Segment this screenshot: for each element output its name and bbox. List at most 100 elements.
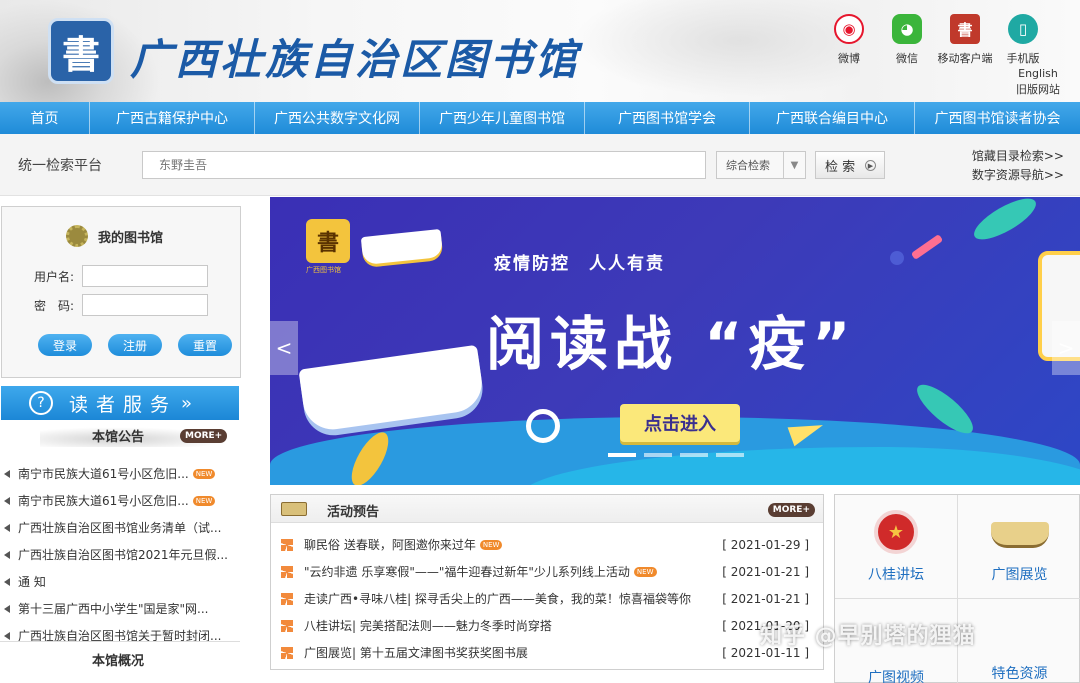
- banner-logo-caption: 广西图书馆: [306, 266, 341, 274]
- my-library-title: 我的图书馆: [66, 225, 163, 247]
- library-logo[interactable]: 書: [48, 18, 114, 84]
- services-grid: ★ 八桂讲坛 广图展览 广图视频 特色资源: [834, 494, 1080, 683]
- activities-panel: 活动预告 MORE+ 聊民俗 送春联，阿图邀你来过年 NEW[ 2021-01-2…: [270, 494, 824, 670]
- activity-item[interactable]: 走读广西•寻味八桂| 探寻舌尖上的广西——美食，我的菜！惊喜福袋等你 [ 2021…: [281, 585, 817, 612]
- bullet-triangle-icon: [4, 496, 10, 505]
- notice-item[interactable]: 广西壮族自治区图书馆2021年元旦假...: [4, 541, 240, 568]
- open-book-illustration: [360, 228, 444, 266]
- banner-enter-button[interactable]: 点击进入: [620, 404, 740, 442]
- activity-item[interactable]: 聊民俗 送春联，阿图邀你来过年 NEW [ 2021-01-29 ]: [281, 531, 817, 558]
- service-label: 八桂讲坛: [868, 567, 924, 583]
- notice-item[interactable]: 南宁市民族大道61号小区危旧... NEW: [4, 487, 240, 514]
- activity-item[interactable]: 广图展览| 第十五届文津图书奖获奖图书展[ 2021-01-11 ]: [281, 639, 817, 666]
- carousel-dot[interactable]: [680, 453, 708, 457]
- search-input[interactable]: [142, 151, 706, 179]
- login-button[interactable]: 登录: [38, 334, 92, 356]
- notices-list: 南宁市民族大道61号小区危旧... NEW 南宁市民族大道61号小区危旧... NEW…: [4, 460, 240, 649]
- carousel-next-button[interactable]: >: [1052, 321, 1080, 375]
- nav-item-digital-culture[interactable]: 广西公共数字文化网: [255, 102, 420, 134]
- wechat-label: 微信: [896, 52, 918, 65]
- mobile-version-link[interactable]: ▯ 手机版: [994, 14, 1052, 66]
- bullet-square-icon: [281, 538, 293, 551]
- username-field[interactable]: [82, 265, 209, 287]
- planet-decoration: [890, 251, 904, 265]
- carousel-indicators: [608, 453, 752, 457]
- wechat-link[interactable]: ◕ 微信: [878, 14, 936, 66]
- search-type-select[interactable]: 综合检索 ▼: [716, 151, 806, 179]
- reset-button[interactable]: 重置: [178, 334, 232, 356]
- catalog-search-link[interactable]: 馆藏目录检索>>: [972, 147, 1064, 166]
- bullet-square-icon: [281, 646, 293, 659]
- mobile-client-link[interactable]: 書 移动客户端: [936, 14, 994, 66]
- bullet-triangle-icon: [4, 523, 10, 532]
- open-book-icon: [990, 522, 1049, 548]
- site-title[interactable]: 广西壮族自治区图书馆: [130, 26, 580, 87]
- bullet-square-icon: [281, 592, 293, 605]
- bullet-triangle-icon: [4, 577, 10, 586]
- arrow-right-icon: ▶: [865, 160, 876, 171]
- double-chevron-right-icon: »: [181, 392, 193, 414]
- activity-item[interactable]: 八桂讲坛| 完美搭配法则——魅力冬季时尚穿搭[ 2021-01-20 ]: [281, 612, 817, 639]
- activities-list: 聊民俗 送春联，阿图邀你来过年 NEW[ 2021-01-29 ] "云约非遗 乐享…: [281, 531, 817, 666]
- new-badge: NEW: [479, 539, 503, 550]
- service-label: 特色资源: [991, 666, 1048, 682]
- carousel-prev-button[interactable]: <: [270, 321, 298, 375]
- activity-item[interactable]: "云约非遗 乐享寒假"——"福牛迎春过新年"少儿系列线上活动 NEW [ 2021-…: [281, 558, 817, 585]
- mobile-version-label: 手机版: [1006, 52, 1040, 65]
- notice-text: 南宁市民族大道61号小区危旧...: [18, 494, 189, 508]
- notice-item[interactable]: 南宁市民族大道61号小区危旧... NEW: [4, 460, 240, 487]
- activities-title: 活动预告: [327, 505, 380, 520]
- carousel-dot[interactable]: [608, 453, 636, 457]
- hero-banner[interactable]: 書 广西图书馆 疫情防控 人人有责 阅读战 “疫” 点击进入 < >: [270, 197, 1080, 485]
- nav-item-home[interactable]: 首页: [0, 102, 90, 134]
- english-link[interactable]: English: [1016, 66, 1060, 82]
- notice-item[interactable]: 广西壮族自治区图书馆关于暂时封闭...: [4, 622, 240, 649]
- my-library-title-text: 我的图书馆: [98, 230, 164, 246]
- divider: [0, 641, 240, 642]
- activities-more-button[interactable]: MORE+: [767, 503, 815, 517]
- activity-date: [ 2021-01-21 ]: [722, 564, 809, 579]
- activity-date: [ 2021-01-21 ]: [722, 591, 809, 606]
- service-lecture[interactable]: ★ 八桂讲坛: [835, 495, 958, 599]
- book-icon: [281, 502, 307, 516]
- carousel-dot[interactable]: [644, 453, 672, 457]
- new-badge: NEW: [633, 566, 657, 577]
- service-exhibition[interactable]: 广图展览: [958, 495, 1080, 599]
- header-icon-links: ◉ 微博 ◕ 微信 書 移动客户端 ▯ 手机版: [820, 14, 1052, 66]
- mobile-client-icon: 書: [950, 14, 980, 44]
- my-library-panel: 我的图书馆 用户名: 密 码: 登录 注册 重置: [1, 206, 241, 378]
- search-button-label: 检 索: [825, 159, 856, 175]
- bullet-triangle-icon: [4, 604, 10, 613]
- bullet-square-icon: [281, 619, 293, 632]
- notice-item[interactable]: 第十三届广西中小学生"国是家"网...: [4, 595, 240, 622]
- language-links: English 旧版网站: [1016, 66, 1060, 98]
- register-button[interactable]: 注册: [108, 334, 162, 356]
- search-button[interactable]: 检 索 ▶: [815, 151, 885, 179]
- banner-headline: 阅读战 “疫”: [486, 310, 857, 378]
- weibo-link[interactable]: ◉ 微博: [820, 14, 878, 66]
- nav-item-children-library[interactable]: 广西少年儿童图书馆: [420, 102, 585, 134]
- bullet-triangle-icon: [4, 469, 10, 478]
- banner-subtitle: 疫情防控 人人有责: [494, 254, 665, 274]
- login-buttons: 登录 注册 重置: [38, 334, 248, 356]
- service-special-resources[interactable]: 特色资源: [958, 599, 1080, 683]
- notice-item[interactable]: 广西壮族自治区图书馆业务清单（试...: [4, 514, 240, 541]
- old-site-link[interactable]: 旧版网站: [1016, 82, 1060, 98]
- nav-item-ancient-books[interactable]: 广西古籍保护中心: [90, 102, 255, 134]
- new-badge: NEW: [192, 495, 216, 506]
- reader-service-button[interactable]: ? 读者服务 »: [1, 386, 239, 420]
- reader-service-label: 读者服务: [69, 393, 178, 416]
- password-field[interactable]: [82, 294, 209, 316]
- chevron-down-icon: ▼: [783, 152, 805, 178]
- notice-text: 广西壮族自治区图书馆业务清单（试...: [18, 521, 222, 535]
- notice-item[interactable]: 通 知: [4, 568, 240, 595]
- carousel-dot[interactable]: [716, 453, 744, 457]
- gear-icon: [66, 225, 88, 247]
- nav-item-reader-association[interactable]: 广西图书馆读者协会: [915, 102, 1080, 134]
- ink-wash-decoration: [560, 0, 860, 102]
- nav-item-cataloging-center[interactable]: 广西联合编目中心: [750, 102, 915, 134]
- notices-more-button[interactable]: MORE+: [180, 429, 228, 443]
- digital-resources-link[interactable]: 数字资源导航>>: [972, 166, 1064, 185]
- password-label: 密 码:: [34, 298, 75, 313]
- nav-item-library-society[interactable]: 广西图书馆学会: [585, 102, 750, 134]
